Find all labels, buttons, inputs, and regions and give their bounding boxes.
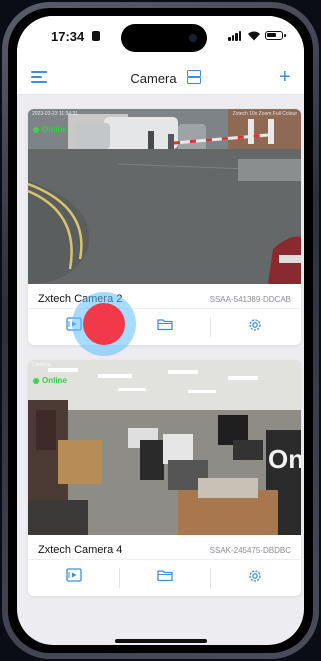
- gear-icon[interactable]: [247, 317, 263, 331]
- action-divider: [210, 568, 211, 588]
- battery-icon: [265, 31, 286, 40]
- online-status-label: Online: [42, 376, 67, 385]
- id-badge-icon: [92, 31, 100, 41]
- wifi-icon: [247, 30, 261, 43]
- playback-icon[interactable]: [66, 568, 82, 582]
- camera-live-feed[interactable]: On Camera Online: [28, 360, 301, 535]
- dynamic-island: [121, 24, 207, 52]
- home-indicator[interactable]: [115, 639, 207, 643]
- online-status-label: Online: [42, 125, 67, 134]
- camera-live-feed[interactable]: 2023-03-23 11:34:31 Zxtech 10x Zoom Full…: [28, 109, 301, 284]
- camera-serial: SSAA-541389-DDCAB: [209, 295, 291, 304]
- online-dot-icon: [33, 126, 39, 133]
- camera-action-bar: [28, 559, 301, 596]
- action-divider: [119, 568, 120, 588]
- layout-toggle-icon[interactable]: [187, 70, 201, 84]
- online-status-badge: Online: [33, 376, 67, 385]
- folder-icon[interactable]: [157, 317, 173, 331]
- camera-action-bar: [28, 308, 301, 345]
- app-screen: 17:34 Camera + 2023-03-23 11:34:31 Zxtec…: [17, 16, 304, 645]
- folder-icon[interactable]: [157, 568, 173, 582]
- action-divider: [210, 317, 211, 337]
- top-nav-bar: Camera +: [17, 60, 304, 95]
- status-time: 17:34: [51, 29, 85, 44]
- touch-indicator-core: [83, 303, 125, 345]
- svg-text:On: On: [268, 444, 301, 474]
- overlay-timestamp: Camera: [32, 362, 50, 368]
- add-camera-button[interactable]: +: [279, 67, 291, 87]
- camera-serial: SSAK-245475-DBDBC: [209, 546, 291, 555]
- feed-scene: On: [28, 360, 301, 535]
- camera-card: 2023-03-23 11:34:31 Zxtech 10x Zoom Full…: [28, 109, 301, 345]
- cellular-signal-icon: [228, 31, 242, 41]
- status-bar: 17:34: [17, 16, 304, 60]
- overlay-timestamp: 2023-03-23 11:34:31: [32, 111, 79, 117]
- front-camera-lens: [189, 34, 197, 42]
- page-title: Camera: [130, 71, 177, 86]
- online-dot-icon: [33, 377, 39, 384]
- touch-indicator: [72, 292, 136, 356]
- gear-icon[interactable]: [247, 568, 263, 582]
- online-status-badge: Online: [33, 125, 67, 134]
- camera-card: On Camera Online Zxtech Camera 4 SSAK-24…: [28, 360, 301, 596]
- feed-scene: [28, 109, 301, 284]
- overlay-label: Zxtech 10x Zoom Full Colour: [232, 111, 297, 117]
- camera-name: Zxtech Camera 4: [38, 544, 123, 556]
